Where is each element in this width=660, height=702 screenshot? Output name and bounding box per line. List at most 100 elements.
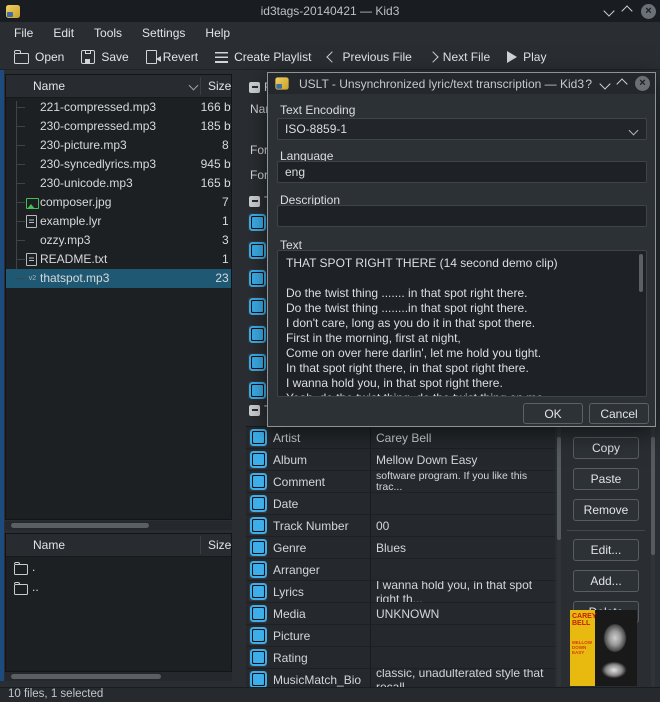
text-encoding-select[interactable]: ISO-8859-1 [277,118,647,140]
file-row[interactable]: 230-picture.mp3 8 K [6,136,231,155]
menu-item[interactable]: File [4,22,43,44]
tag1-field-checkbox[interactable] [248,325,266,343]
directory-row[interactable]: .. [6,577,231,597]
frame-checkbox[interactable] [249,670,267,688]
frame-checkbox[interactable] [249,472,267,491]
tag1-field-checkbox[interactable] [248,269,266,287]
menu-item[interactable]: Help [195,22,240,44]
scrollbar-thumb[interactable] [11,674,161,679]
checked-checkbox-icon [248,297,266,315]
frame-row[interactable]: Comment software program. If you like th… [246,471,555,493]
frame-checkbox[interactable] [249,604,267,623]
frame-row[interactable]: Genre Blues [246,537,555,559]
tag1-field-checkbox[interactable] [248,353,266,371]
toolbar-button[interactable]: Next File [423,45,501,69]
toolbar-button[interactable]: Previous File [322,45,422,69]
menu-item[interactable]: Settings [132,22,195,44]
frame-checkbox[interactable] [249,428,267,447]
file-list-hscrollbar[interactable] [5,521,232,530]
frame-row[interactable]: Track Number 00 [246,515,555,537]
file-row[interactable]: ozzy.mp3 3 K [6,231,231,250]
frame-row[interactable]: Media UNKNOWN [246,603,555,625]
toolbar-button[interactable]: Play [501,45,557,69]
collapse-icon[interactable] [249,404,260,416]
frame-checkbox[interactable] [249,538,267,557]
language-input[interactable] [277,161,647,183]
file-row[interactable]: 230-syncedlyrics.mp3 945 byt [6,155,231,174]
file-row[interactable]: README.txt 1 K [6,250,231,269]
frame-action-button[interactable]: Edit... [573,539,639,561]
file-row[interactable]: composer.jpg 7 K [6,193,231,212]
description-input[interactable] [277,205,647,227]
close-icon[interactable] [635,76,650,91]
frame-checkbox[interactable] [249,626,267,645]
file-icon [26,139,39,152]
frame-row[interactable]: Album Mellow Down Easy [246,449,555,471]
folder-open-icon [13,49,29,64]
file-row[interactable]: 221-compressed.mp3 166 byt [6,98,231,117]
frame-action-button[interactable]: Add... [573,570,639,592]
frame-action-button[interactable]: Copy [573,437,639,459]
scrollbar-thumb[interactable] [11,523,149,528]
column-header-size[interactable]: Size [208,538,231,552]
ok-button[interactable]: OK [523,403,583,424]
directory-row[interactable]: . [6,557,231,577]
scrollbar-thumb[interactable] [639,254,643,292]
close-icon[interactable] [641,3,656,19]
menu-item[interactable]: Tools [84,22,132,44]
cancel-button[interactable]: Cancel [589,403,649,424]
frame-row[interactable]: Artist Carey Bell [246,427,555,449]
column-header-size[interactable]: Size [208,79,231,93]
help-icon[interactable]: ? [585,77,592,91]
collapse-icon[interactable] [249,195,260,207]
tag1-field-checkbox[interactable] [248,297,266,315]
tree-branch [16,202,25,203]
frame-checkbox[interactable] [249,516,267,535]
toolbar-button[interactable]: Revert [140,45,209,69]
frame-checkbox[interactable] [249,648,267,667]
minimize-icon[interactable] [599,77,611,90]
file-row[interactable]: 230-compressed.mp3 185 byt [6,117,231,136]
scrollbar-thumb[interactable] [651,437,655,555]
frame-row[interactable]: Arranger [246,559,555,581]
tag1-field-checkbox[interactable] [248,241,266,259]
tag1-field-checkbox[interactable] [248,381,266,399]
file-icon [26,234,39,247]
menu-item[interactable]: Edit [43,22,84,44]
maximize-icon[interactable] [621,5,633,17]
column-header-name[interactable]: Name [33,538,65,552]
frame-row[interactable]: Lyrics I wanna hold you, in that spot ri… [246,581,555,603]
checked-checkbox-icon [248,213,266,231]
status-bar: 10 files, 1 selected [0,687,660,702]
toolbar-button[interactable]: Save [75,45,139,69]
collapse-icon[interactable] [249,81,260,93]
checked-checkbox-icon [248,325,266,343]
lyrics-textarea[interactable]: THAT SPOT RIGHT THERE (14 second demo cl… [277,250,647,397]
maximize-icon[interactable] [616,77,628,90]
dir-list-hscrollbar[interactable] [5,672,232,681]
toolbar-button[interactable]: Create Playlist [209,45,322,69]
frame-checkbox[interactable] [249,582,267,601]
frame-checkbox[interactable] [249,560,267,579]
frame-action-button[interactable]: Paste [573,468,639,490]
toolbar-button[interactable]: Open [8,45,75,69]
column-divider[interactable] [200,536,201,554]
frame-row[interactable]: Picture [246,625,555,647]
scrollbar-thumb[interactable] [557,437,561,540]
playlist-icon [215,52,229,63]
file-row[interactable]: thatspot.mp3 23 K [6,269,231,288]
frame-action-button[interactable]: Remove [573,499,639,521]
frame-row[interactable]: Rating [246,647,555,669]
frame-row[interactable]: MusicMatch_Bio classic, unadulterated st… [246,669,555,688]
file-row[interactable]: 230-unicode.mp3 165 byt [6,174,231,193]
frame-checkbox[interactable] [249,450,267,469]
frame-checkbox[interactable] [249,494,267,513]
minimize-icon[interactable] [603,5,615,17]
dialog-titlebar[interactable]: USLT - Unsynchronized lyric/text transcr… [268,73,655,94]
column-header-name[interactable]: Name [33,79,65,93]
window-titlebar[interactable]: id3tags-20140421 — Kid3 [0,0,660,22]
file-row[interactable]: example.lyr 1 K [6,212,231,231]
tag1-field-checkbox[interactable] [248,213,266,231]
frame-row[interactable]: Date [246,493,555,515]
column-divider[interactable] [200,77,201,95]
